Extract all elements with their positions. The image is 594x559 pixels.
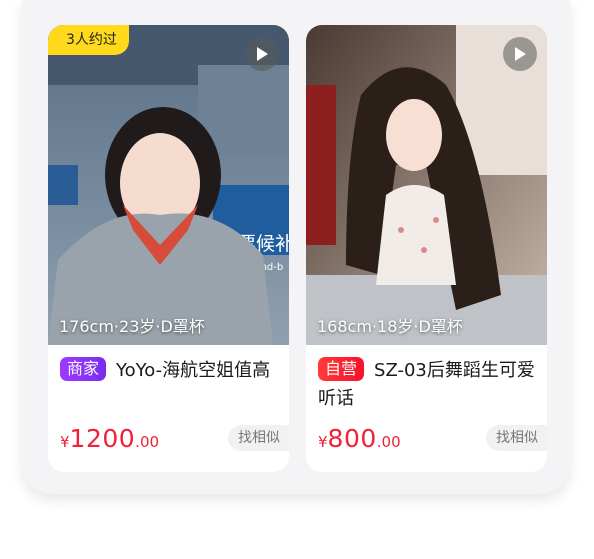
- self-operated-badge: 自营: [318, 357, 365, 381]
- product-card[interactable]: 客票候补 cket Stand-b 3人约过 176cm·23岁·D罩杯 商家 Y…: [48, 25, 289, 472]
- product-photo[interactable]: 168cm·18岁·D罩杯: [306, 25, 547, 345]
- profile-stats: 176cm·23岁·D罩杯: [59, 317, 205, 336]
- play-icon: [257, 47, 268, 61]
- find-similar-button[interactable]: 找相似: [486, 425, 547, 451]
- price: ¥1200.00: [60, 424, 159, 453]
- price-decimal: .00: [376, 433, 401, 451]
- play-icon: [515, 47, 526, 61]
- price-integer: 1200: [69, 424, 136, 453]
- booked-count-tag: 3人约过: [48, 25, 129, 55]
- play-button[interactable]: [503, 37, 537, 71]
- product-card[interactable]: 168cm·18岁·D罩杯 自营 SZ-03后舞蹈生可爱听话 ¥800.00 找相…: [306, 25, 547, 472]
- find-similar-button[interactable]: 找相似: [228, 425, 289, 451]
- title-text: YoYo-海航空姐值高: [116, 360, 271, 381]
- airport-photo: 客票候补 cket Stand-b: [48, 25, 289, 345]
- merchant-badge: 商家: [60, 357, 107, 381]
- profile-stats: 168cm·18岁·D罩杯: [317, 317, 463, 336]
- product-photo[interactable]: 客票候补 cket Stand-b 3人约过 176cm·23岁·D罩杯: [48, 25, 289, 345]
- play-button[interactable]: [245, 37, 279, 71]
- room-photo: [306, 25, 547, 345]
- price-currency: ¥: [60, 433, 70, 451]
- product-title: 商家 YoYo-海航空姐值高: [60, 357, 280, 385]
- price: ¥800.00: [318, 424, 401, 453]
- price-currency: ¥: [318, 433, 328, 451]
- price-decimal: .00: [135, 433, 160, 451]
- price-integer: 800: [327, 424, 377, 453]
- product-title: 自营 SZ-03后舞蹈生可爱听话: [318, 357, 538, 413]
